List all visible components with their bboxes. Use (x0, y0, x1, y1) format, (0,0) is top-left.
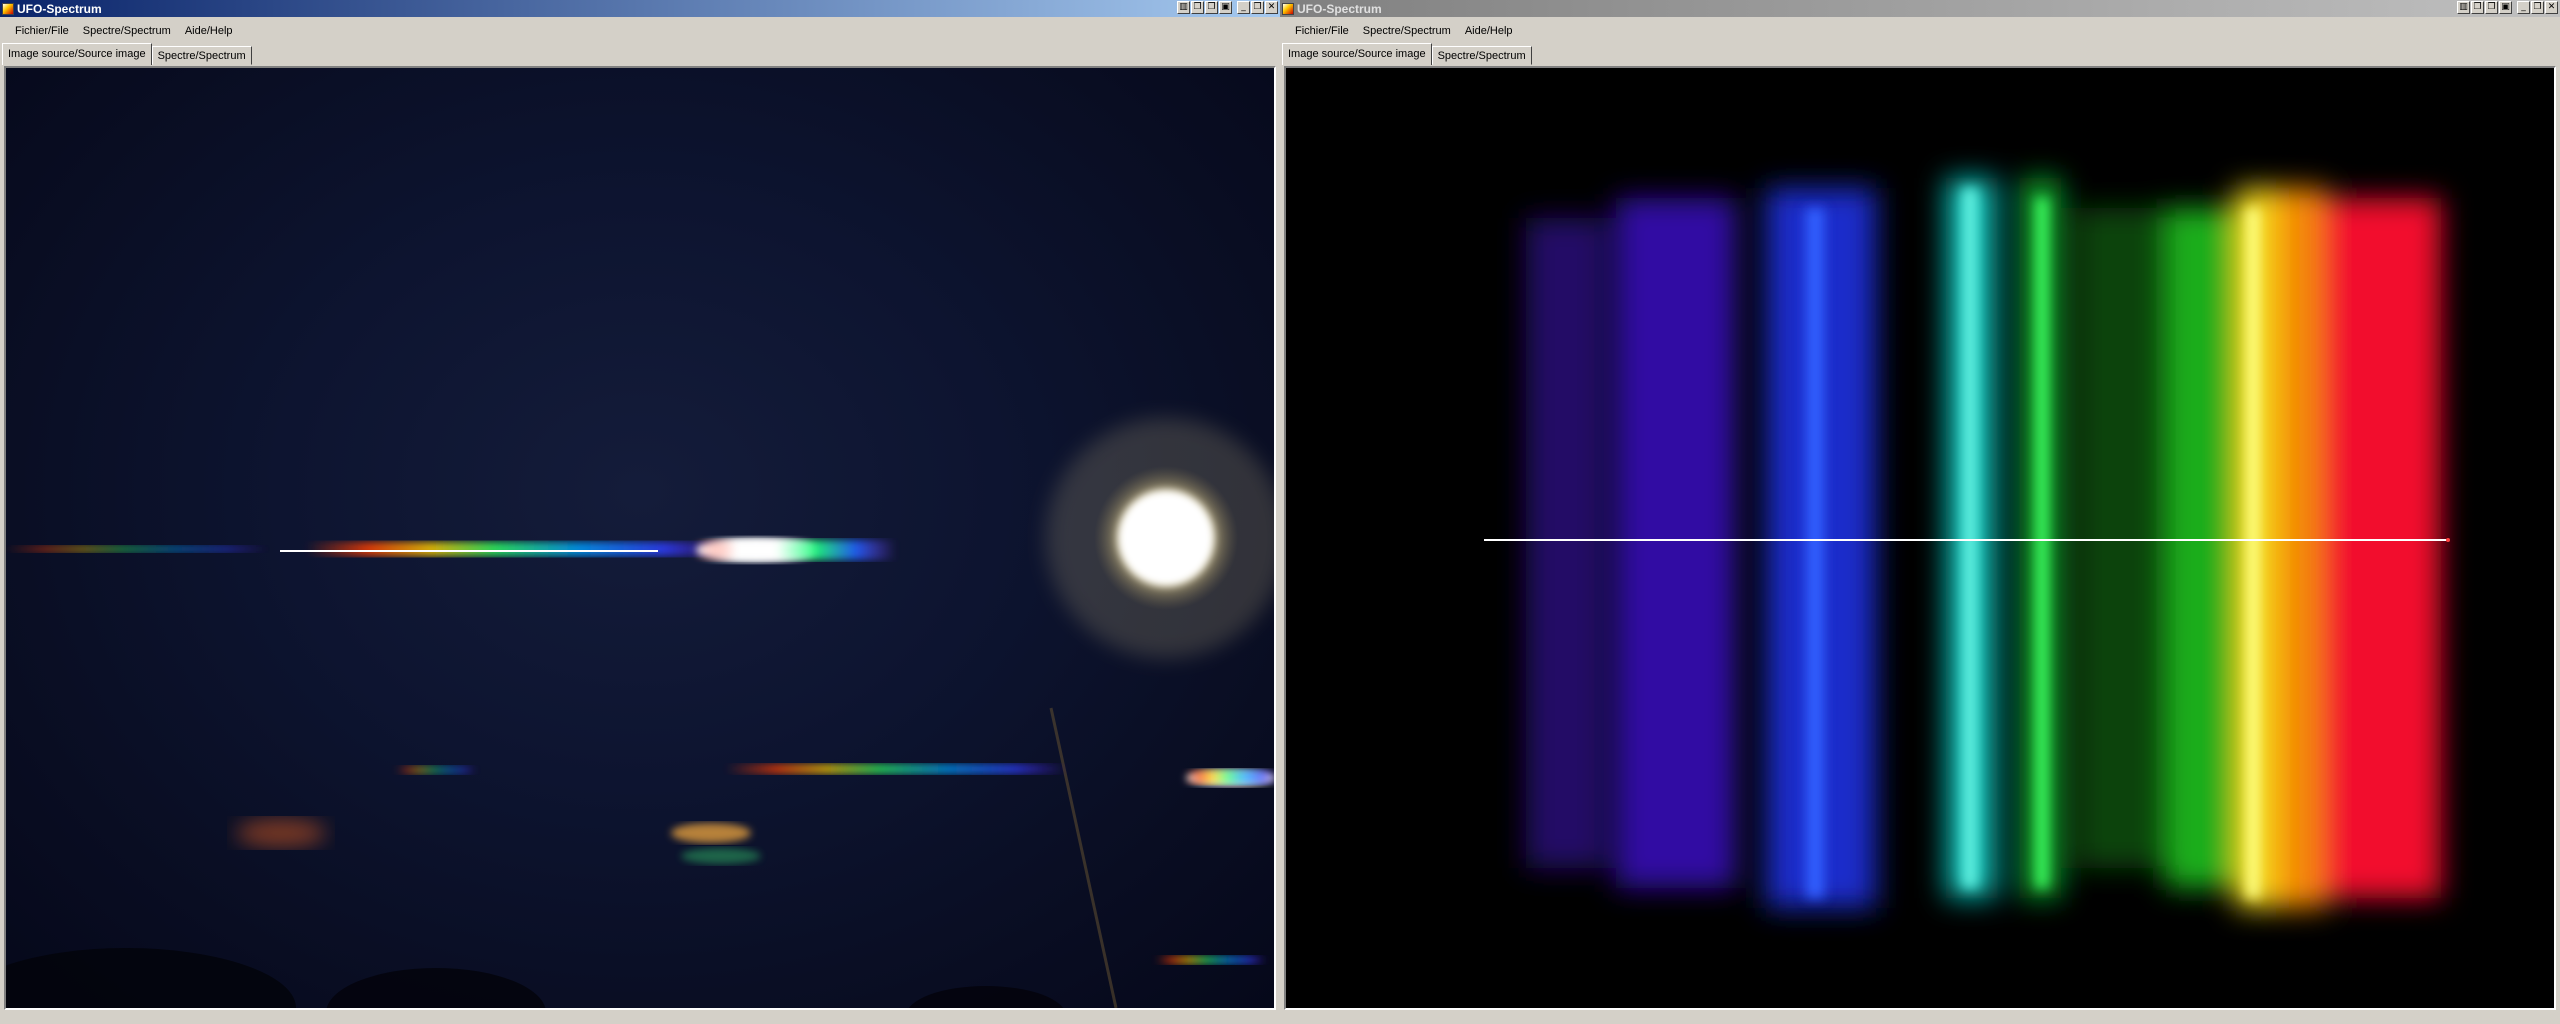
pole (1049, 707, 1118, 1008)
app-icon[interactable] (2, 2, 14, 15)
title-bar[interactable]: UFO-Spectrum ▥ ❐ ❐ ▣ _ ❐ ✕ (1280, 0, 2560, 17)
title-bar[interactable]: UFO-Spectrum ▥ ❐ ❐ ▣ _ ❐ ✕ (0, 0, 1280, 17)
restore-icon[interactable]: ❐ (1251, 1, 1264, 14)
tree-silhouette (6, 948, 296, 1008)
menu-help[interactable]: Aide/Help (1458, 22, 1520, 40)
spectral-band-green2 (2166, 208, 2236, 888)
menu-spectrum[interactable]: Spectre/Spectrum (1356, 22, 1458, 40)
restore-icon[interactable]: ❐ (2485, 1, 2498, 14)
reflection (1156, 956, 1266, 964)
reflection (236, 819, 326, 847)
minimize-icon[interactable]: _ (1237, 1, 1250, 14)
spectral-line-green (2036, 198, 2048, 888)
menu-bar: Fichier/File Spectre/Spectrum Aide/Help (1280, 19, 2560, 43)
window-controls: ▥ ❐ ❐ ▣ _ ❐ ✕ (2457, 1, 2558, 14)
light-streak (696, 540, 896, 560)
spectrum-photo (1484, 178, 2450, 908)
tab-source-image[interactable]: Image source/Source image (2, 43, 152, 65)
spectral-band-orange (2276, 188, 2326, 908)
spectral-band-violet (1526, 218, 1606, 868)
cascade-icon[interactable]: ❐ (1191, 1, 1204, 14)
spectral-band-red (2321, 198, 2441, 898)
reflection (396, 766, 476, 774)
spectral-line-cyan (1962, 188, 1978, 888)
light-streak (306, 542, 726, 556)
moon-core (1118, 490, 1214, 586)
tab-spectrum[interactable]: Spectre/Spectrum (1431, 46, 1532, 65)
spectral-band-indigo (1616, 198, 1736, 888)
spectral-line-blue (1806, 208, 1824, 898)
reflection (726, 764, 1066, 774)
restore-icon[interactable]: ❐ (1205, 1, 1218, 14)
tree-silhouette (908, 986, 1064, 1008)
cascade-icon[interactable]: ❐ (2471, 1, 2484, 14)
menu-bar: Fichier/File Spectre/Spectrum Aide/Help (0, 19, 1280, 43)
spectral-line-yellow (2246, 208, 2260, 898)
source-photo (6, 418, 1274, 1008)
spectral-band-darkgreen (2076, 208, 2176, 868)
window-spectrum: UFO-Spectrum ▥ ❐ ❐ ▣ _ ❐ ✕ Fichier/File … (1280, 0, 2560, 1024)
restore-icon[interactable]: ❐ (2531, 1, 2544, 14)
menu-help[interactable]: Aide/Help (178, 22, 240, 40)
light-streak (6, 546, 266, 552)
reflection (681, 848, 761, 864)
reflection (1186, 770, 1274, 784)
measure-endpoint[interactable] (2446, 538, 2450, 542)
tab-source-image[interactable]: Image source/Source image (1282, 43, 1432, 65)
close-icon[interactable]: ✕ (2545, 1, 2558, 14)
menu-file[interactable]: Fichier/File (8, 22, 76, 40)
window-controls: ▥ ❐ ❐ ▣ _ ❐ ✕ (1177, 1, 1278, 14)
spectrum-image-view[interactable] (1284, 66, 2556, 1010)
tile-icon[interactable]: ▥ (2457, 1, 2470, 14)
tab-spectrum[interactable]: Spectre/Spectrum (151, 46, 252, 65)
app-icon[interactable] (1282, 2, 1294, 15)
reflection (671, 823, 751, 843)
menu-file[interactable]: Fichier/File (1288, 22, 1356, 40)
tree-silhouette (326, 968, 546, 1008)
restore-icon[interactable]: ▣ (1219, 1, 1232, 14)
window-title: UFO-Spectrum (1297, 1, 1382, 16)
restore-icon[interactable]: ▣ (2499, 1, 2512, 14)
tile-icon[interactable]: ▥ (1177, 1, 1190, 14)
source-image-view[interactable] (4, 66, 1276, 1010)
close-icon[interactable]: ✕ (1265, 1, 1278, 14)
menu-spectrum[interactable]: Spectre/Spectrum (76, 22, 178, 40)
tab-strip: Image source/Source image Spectre/Spectr… (1282, 43, 1532, 65)
minimize-icon[interactable]: _ (2517, 1, 2530, 14)
tab-strip: Image source/Source image Spectre/Spectr… (2, 43, 252, 65)
window-source: UFO-Spectrum ▥ ❐ ❐ ▣ _ ❐ ✕ Fichier/File … (0, 0, 1280, 1024)
window-title: UFO-Spectrum (17, 1, 102, 16)
